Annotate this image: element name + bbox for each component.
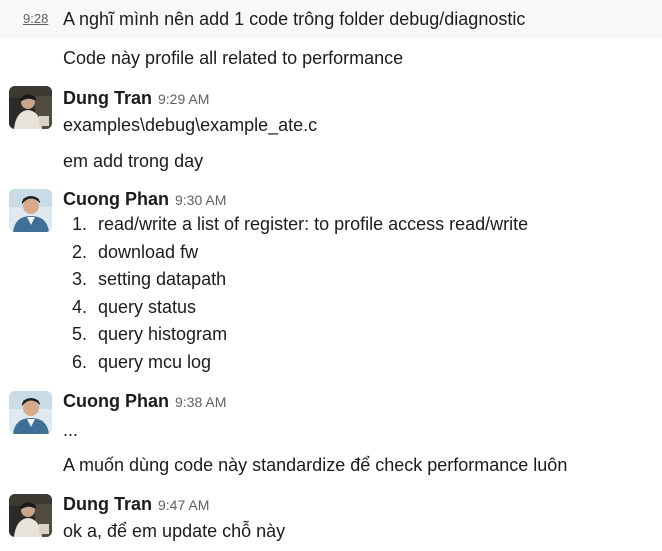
message-group[interactable]: Dung Tran 9:29 AM examples\debug\example_… <box>0 80 662 180</box>
list-item-number: 5. <box>71 324 87 345</box>
list-item-text: setting datapath <box>98 269 227 290</box>
list-item-text: query mcu log <box>98 351 212 372</box>
list-item-number: 3. <box>71 269 87 290</box>
list-item-text: read/write a list of register: to profil… <box>98 214 529 234</box>
list-item-number: 2. <box>71 241 87 262</box>
message-timestamp[interactable]: 9:47 AM <box>158 497 209 513</box>
message-continuation[interactable]: 9:28 A nghĩ mình nên add 1 code trông fo… <box>0 0 662 38</box>
list-item-text: query histogram <box>98 324 228 345</box>
message-continuation[interactable]: Code này profile all related to performa… <box>0 38 662 76</box>
message-text: examples\debug\example_ate.c <box>63 115 318 135</box>
message-group[interactable]: Cuong Phan 9:30 AM 1. read/write a list o… <box>0 184 662 380</box>
list-item: 3. setting datapath <box>63 266 528 294</box>
avatar-cuong-phan[interactable] <box>9 391 52 434</box>
list-item-text: download fw <box>98 241 199 262</box>
message-list: 9:28 A nghĩ mình nên add 1 code trông fo… <box>0 0 662 551</box>
list-item-number: 6. <box>71 351 87 372</box>
list-item: 1. read/write a list of register: to pro… <box>63 211 528 239</box>
list-item: 2. download fw <box>63 239 528 267</box>
sender-name[interactable]: Cuong Phan 9:30 AM <box>63 187 226 212</box>
message-text: A muốn dùng code này standardize để chec… <box>63 455 568 475</box>
avatar-dung-tran[interactable] <box>9 86 52 129</box>
sender-name-label[interactable]: Dung Tran <box>63 494 152 514</box>
list-item-number: 4. <box>71 296 87 317</box>
message-text: A nghĩ mình nên add 1 code trông folder … <box>63 9 526 29</box>
sender-name[interactable]: Dung Tran 9:47 AM <box>63 492 209 517</box>
numbered-list: 1. read/write a list of register: to pro… <box>63 211 528 377</box>
sender-name[interactable]: Dung Tran 9:29 AM <box>63 86 209 111</box>
message-text: ... <box>63 420 79 440</box>
message-group[interactable]: Cuong Phan 9:38 AM ... A muốn dùng code n… <box>0 384 662 484</box>
list-item: 6. query mcu log <box>63 349 528 377</box>
list-item-number: 1. <box>71 214 87 234</box>
message-timestamp[interactable]: 9:38 AM <box>175 394 226 410</box>
message-text: ok a, để em update chỗ này <box>63 521 286 541</box>
list-item-text: query status <box>98 296 197 317</box>
message-text: Code này profile all related to performa… <box>63 48 404 68</box>
message-timestamp[interactable]: 9:29 AM <box>158 91 209 107</box>
sender-name-label[interactable]: Dung Tran <box>63 88 152 108</box>
avatar-dung-tran[interactable] <box>9 494 52 537</box>
sender-name-label[interactable]: Cuong Phan <box>63 189 169 209</box>
list-item: 5. query histogram <box>63 321 528 349</box>
avatar-cuong-phan[interactable] <box>9 189 52 232</box>
list-item: 4. query status <box>63 294 528 322</box>
message-timestamp[interactable]: 9:30 AM <box>175 192 226 208</box>
message-text: em add trong day <box>63 151 204 171</box>
sender-name-label[interactable]: Cuong Phan <box>63 391 169 411</box>
message-group[interactable]: Dung Tran 9:47 AM ok a, để em update chỗ … <box>0 488 662 551</box>
sender-name[interactable]: Cuong Phan 9:38 AM <box>63 389 226 414</box>
message-timestamp[interactable]: 9:28 <box>23 7 48 31</box>
